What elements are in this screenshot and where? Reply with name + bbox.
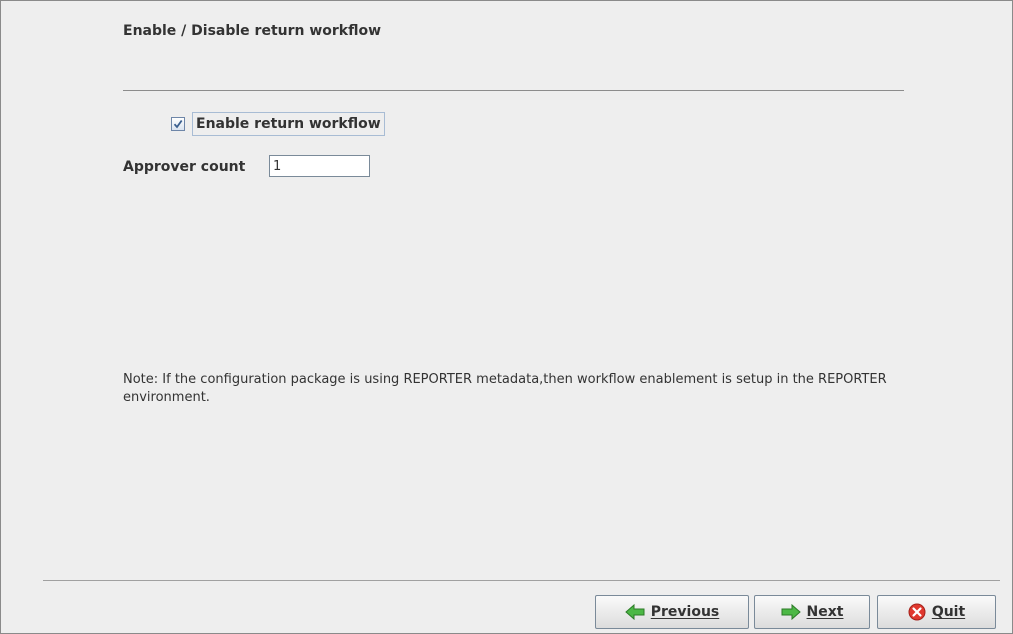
approver-count-label: Approver count xyxy=(123,159,246,175)
arrow-right-icon xyxy=(781,604,801,620)
next-button[interactable]: Next xyxy=(754,595,870,629)
title-separator xyxy=(123,90,904,91)
button-bar-separator xyxy=(43,580,1000,581)
close-circle-icon xyxy=(908,603,926,621)
wizard-window: Enable / Disable return workflow Enable … xyxy=(0,0,1013,634)
enable-workflow-checkbox[interactable] xyxy=(171,116,185,131)
previous-button-label: Previous xyxy=(650,604,720,620)
enable-workflow-row[interactable]: Enable return workflow xyxy=(171,111,385,136)
enable-workflow-label[interactable]: Enable return workflow xyxy=(192,111,385,136)
page-title: Enable / Disable return workflow xyxy=(123,23,382,39)
note-text: Note: If the configuration package is us… xyxy=(123,372,887,405)
checkmark-icon xyxy=(173,119,183,128)
previous-button[interactable]: Previous xyxy=(595,595,749,629)
next-button-label: Next xyxy=(806,604,844,620)
quit-button-label: Quit xyxy=(931,604,966,620)
quit-button[interactable]: Quit xyxy=(877,595,996,629)
arrow-left-icon xyxy=(624,604,645,620)
approver-count-input[interactable] xyxy=(269,155,370,177)
